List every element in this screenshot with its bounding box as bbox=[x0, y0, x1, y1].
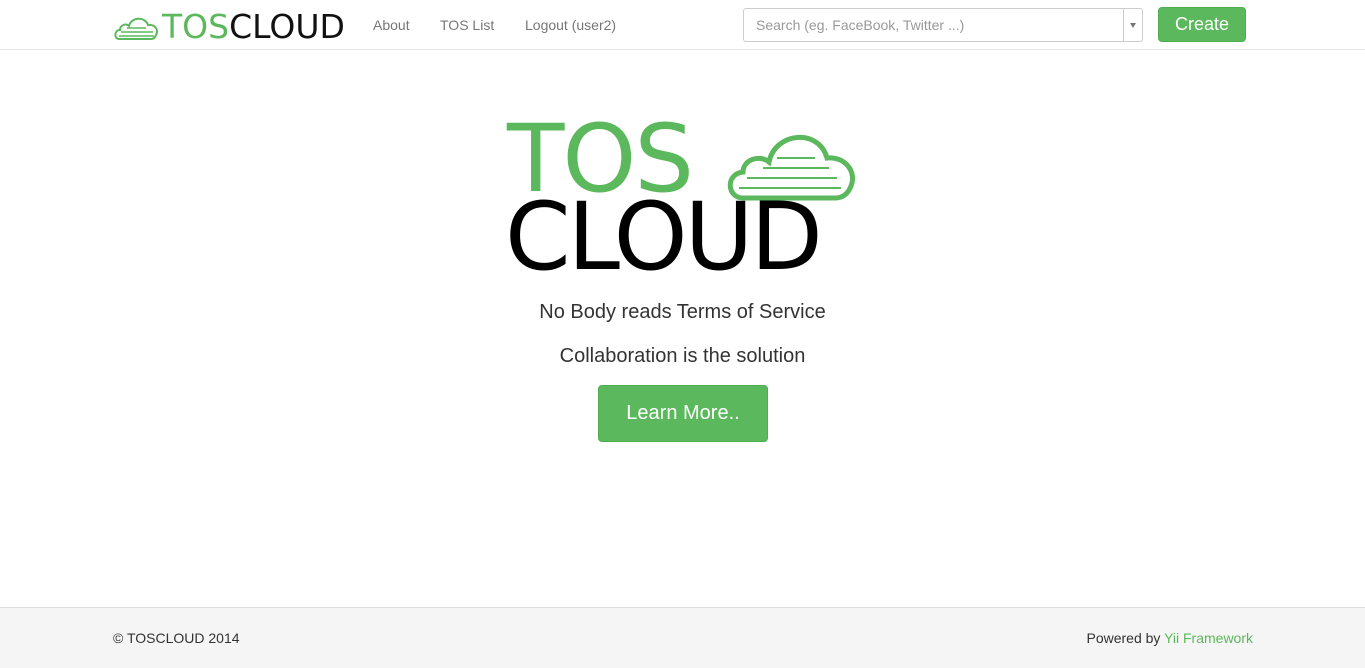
search-input[interactable] bbox=[744, 9, 1123, 41]
footer-powered-by: Powered by Yii Framework bbox=[1086, 630, 1253, 646]
cloud-icon bbox=[114, 17, 158, 40]
hero-logo: TOS CLOUD bbox=[505, 110, 865, 290]
search-dropdown-toggle[interactable] bbox=[1123, 9, 1142, 41]
footer: © TOSCLOUD 2014 Powered by Yii Framework bbox=[0, 607, 1365, 668]
create-button[interactable]: Create bbox=[1158, 7, 1246, 42]
hero-tagline-1: No Body reads Terms of Service bbox=[539, 301, 826, 323]
chevron-down-icon bbox=[1130, 22, 1136, 28]
nav-about-link[interactable]: About bbox=[373, 16, 410, 34]
footer-copyright: © TOSCLOUD 2014 bbox=[113, 630, 240, 646]
top-navbar: TOSCLOUD About TOS List Logout (user2) C… bbox=[0, 0, 1365, 50]
brand-text: TOSCLOUD bbox=[162, 9, 345, 45]
brand-text-tos: TOS bbox=[162, 7, 230, 46]
brand-logo-link[interactable]: TOSCLOUD bbox=[113, 9, 345, 45]
yii-framework-link[interactable]: Yii Framework bbox=[1164, 630, 1253, 646]
nav-logout-link[interactable]: Logout (user2) bbox=[525, 16, 616, 34]
learn-more-button[interactable]: Learn More.. bbox=[598, 385, 768, 442]
hero-logo-cloud: CLOUD bbox=[505, 183, 823, 292]
search-box bbox=[743, 8, 1143, 42]
hero-tagline-2: Collaboration is the solution bbox=[559, 345, 806, 367]
footer-powered-prefix: Powered by bbox=[1086, 630, 1165, 646]
nav-tos-list-link[interactable]: TOS List bbox=[440, 16, 494, 34]
brand-text-cloud: CLOUD bbox=[229, 7, 345, 46]
